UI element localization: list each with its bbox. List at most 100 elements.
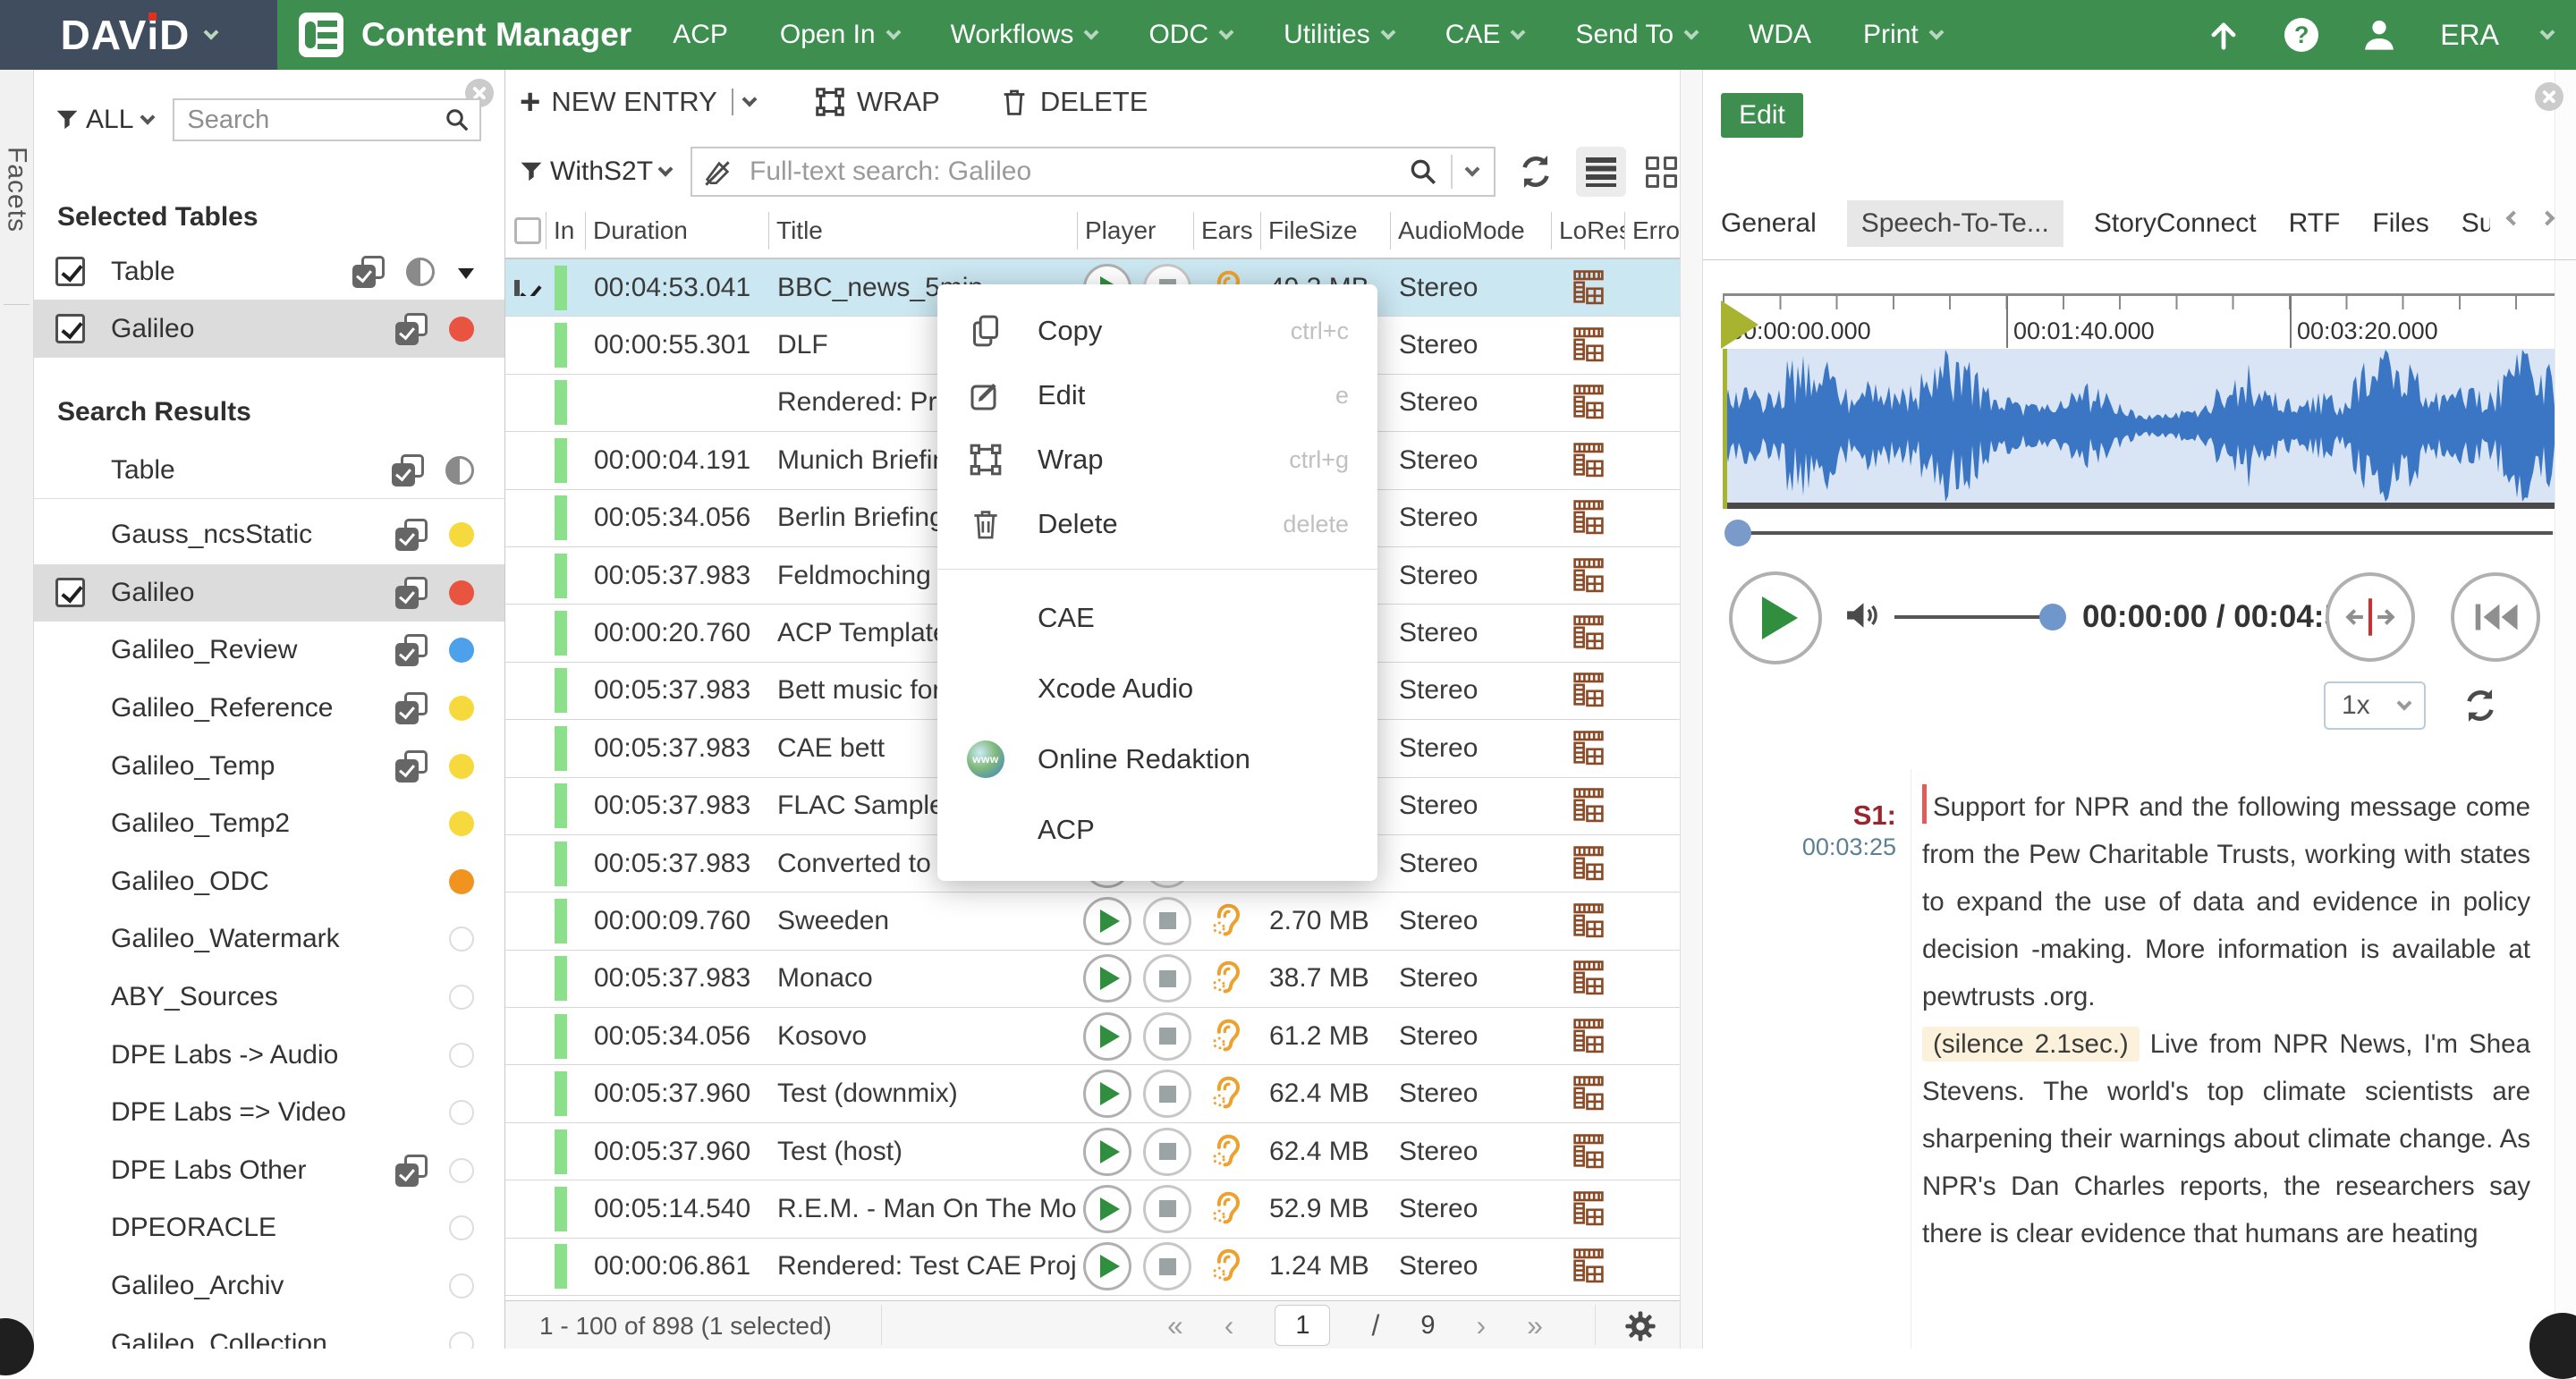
volume-handle[interactable]: [2039, 604, 2066, 630]
stop-button[interactable]: [1143, 1242, 1191, 1290]
status-dot[interactable]: [449, 638, 474, 663]
list-scrollbar[interactable]: [1680, 70, 1703, 1349]
table-row[interactable]: 00:05:37.983Monaco38.7 MBStereo: [505, 951, 1680, 1008]
table-row[interactable]: 00:05:14.540R.E.M. - Man On The Mo…52.9 …: [505, 1180, 1680, 1238]
menu-wda[interactable]: WDA: [1749, 20, 1811, 50]
status-dot[interactable]: [449, 1273, 474, 1299]
page-number-input[interactable]: 1: [1275, 1305, 1330, 1346]
filter-funnel-icon[interactable]: [520, 161, 543, 182]
ear-icon[interactable]: [1208, 959, 1248, 998]
facet-row-galileo-reference[interactable]: Galileo_Reference: [34, 680, 504, 738]
seek-track[interactable]: [1742, 531, 2553, 535]
play-button[interactable]: [1729, 571, 1822, 664]
status-dot[interactable]: [449, 1043, 474, 1068]
ear-icon[interactable]: [1208, 1247, 1248, 1286]
lores-icon[interactable]: [1573, 960, 1604, 996]
facet-row-galileo-temp2[interactable]: Galileo_Temp2: [34, 795, 504, 853]
column-header-audiomode[interactable]: AudioMode: [1391, 212, 1552, 250]
rewind-to-start-button[interactable]: [2451, 572, 2540, 662]
menu-open-in[interactable]: Open In: [780, 20, 899, 50]
grid-view-icon[interactable]: [1646, 157, 1677, 188]
play-button[interactable]: [1083, 1070, 1131, 1118]
lores-icon[interactable]: [1573, 327, 1604, 363]
list-view-icon[interactable]: [1576, 147, 1626, 197]
contrast-icon[interactable]: [445, 456, 474, 485]
stop-button[interactable]: [1143, 1185, 1191, 1233]
cell-title[interactable]: Kosovo: [769, 1021, 1078, 1052]
play-button[interactable]: [1083, 1185, 1131, 1233]
menu-item-edit[interactable]: Edite: [937, 363, 1377, 427]
multi-select-icon[interactable]: [395, 313, 428, 345]
playback-speed-select[interactable]: 1x: [2324, 681, 2426, 730]
lores-icon[interactable]: [1573, 903, 1604, 939]
menu-odc[interactable]: ODC: [1148, 20, 1232, 50]
stop-button[interactable]: [1143, 1070, 1191, 1118]
ear-icon[interactable]: [1208, 1017, 1248, 1056]
upload-icon[interactable]: [2206, 17, 2241, 53]
speaker-timestamp[interactable]: 00:03:25: [1703, 833, 1896, 861]
table-row[interactable]: 00:05:37.960Test (host)62.4 MBStereo: [505, 1123, 1680, 1180]
search-icon[interactable]: [1408, 157, 1438, 187]
lores-icon[interactable]: [1573, 673, 1604, 708]
chevron-down-icon[interactable]: [658, 162, 674, 177]
menu-print[interactable]: Print: [1863, 20, 1942, 50]
chevron-down-icon[interactable]: [2540, 25, 2555, 40]
table-row[interactable]: 00:05:37.960Test (downmix)62.4 MBStereo: [505, 1065, 1680, 1122]
filter-funnel-icon[interactable]: [55, 109, 79, 131]
facets-filter-label[interactable]: ALL: [86, 105, 133, 135]
volume-track[interactable]: [1894, 615, 2054, 619]
new-entry-button[interactable]: + NEW ENTRY: [520, 86, 755, 118]
column-header-ears[interactable]: Ears: [1194, 212, 1261, 250]
chevron-down-icon[interactable]: [140, 110, 156, 125]
facet-row-galileo-odc[interactable]: Galileo_ODC: [34, 853, 504, 911]
facet-row-table[interactable]: Table: [34, 442, 504, 499]
table-row[interactable]: 00:00:06.861Rendered: Test CAE Proj…1.24…: [505, 1239, 1680, 1296]
multi-select-icon[interactable]: [395, 750, 428, 783]
refresh-icon[interactable]: [1515, 151, 1556, 192]
chevron-left-icon[interactable]: [2506, 211, 2521, 226]
multi-select-icon[interactable]: [395, 519, 428, 551]
play-button[interactable]: [1083, 897, 1131, 945]
edit-button[interactable]: Edit: [1721, 93, 1803, 138]
user-icon[interactable]: [2361, 17, 2397, 53]
timeline-ruler[interactable]: 00:00:00.00000:01:40.00000:03:20.000: [1723, 293, 2555, 349]
lores-icon[interactable]: [1573, 1191, 1604, 1227]
facets-search-input[interactable]: [173, 98, 481, 141]
facet-row-aby-sources[interactable]: ABY_Sources: [34, 969, 504, 1027]
menu-item-acp[interactable]: ACP: [937, 794, 1377, 865]
menu-cae[interactable]: CAE: [1445, 20, 1524, 50]
menu-item-xcode-audio[interactable]: Xcode Audio: [937, 653, 1377, 723]
wrap-button[interactable]: WRAP: [814, 86, 940, 118]
chevron-right-icon[interactable]: [2540, 211, 2555, 226]
lores-icon[interactable]: [1573, 385, 1604, 420]
lores-icon[interactable]: [1573, 846, 1604, 882]
first-page-button[interactable]: «: [1167, 1309, 1183, 1342]
waveform[interactable]: [1723, 349, 2555, 503]
s2t-filter-label[interactable]: WithS2T: [550, 157, 653, 187]
contrast-icon[interactable]: [406, 258, 435, 286]
user-label[interactable]: ERA: [2440, 19, 2499, 52]
multi-select-icon[interactable]: [392, 454, 424, 486]
transcript-text[interactable]: Support for NPR and the following messag…: [1911, 769, 2554, 1349]
speaker-label[interactable]: S1:: [1703, 799, 1896, 832]
lores-icon[interactable]: [1573, 1019, 1604, 1054]
menu-send-to[interactable]: Send To: [1575, 20, 1697, 50]
search-icon[interactable]: [444, 106, 470, 133]
facet-row-gauss-ncsstatic[interactable]: Gauss_ncsStatic: [34, 506, 504, 564]
status-dot[interactable]: [449, 754, 474, 779]
next-page-button[interactable]: ›: [1476, 1309, 1486, 1342]
checkbox[interactable]: [55, 578, 85, 607]
play-button[interactable]: [1083, 1242, 1131, 1290]
cell-title[interactable]: Monaco: [769, 963, 1078, 994]
tab-subclips[interactable]: Subclips: [2460, 200, 2490, 247]
chevron-down-icon[interactable]: [1465, 162, 1480, 177]
multi-select-icon[interactable]: [395, 692, 428, 724]
app-logo[interactable]: DAViD: [0, 0, 277, 70]
facet-row-galileo-temp[interactable]: Galileo_Temp: [34, 737, 504, 795]
status-dot[interactable]: [449, 522, 474, 547]
column-header-erro[interactable]: Erro: [1625, 212, 1680, 250]
facet-row-galileo-archiv[interactable]: Galileo_Archiv: [34, 1257, 504, 1316]
menu-workflows[interactable]: Workflows: [951, 20, 1097, 50]
multi-select-icon[interactable]: [352, 256, 385, 288]
multi-select-icon[interactable]: [395, 577, 428, 609]
